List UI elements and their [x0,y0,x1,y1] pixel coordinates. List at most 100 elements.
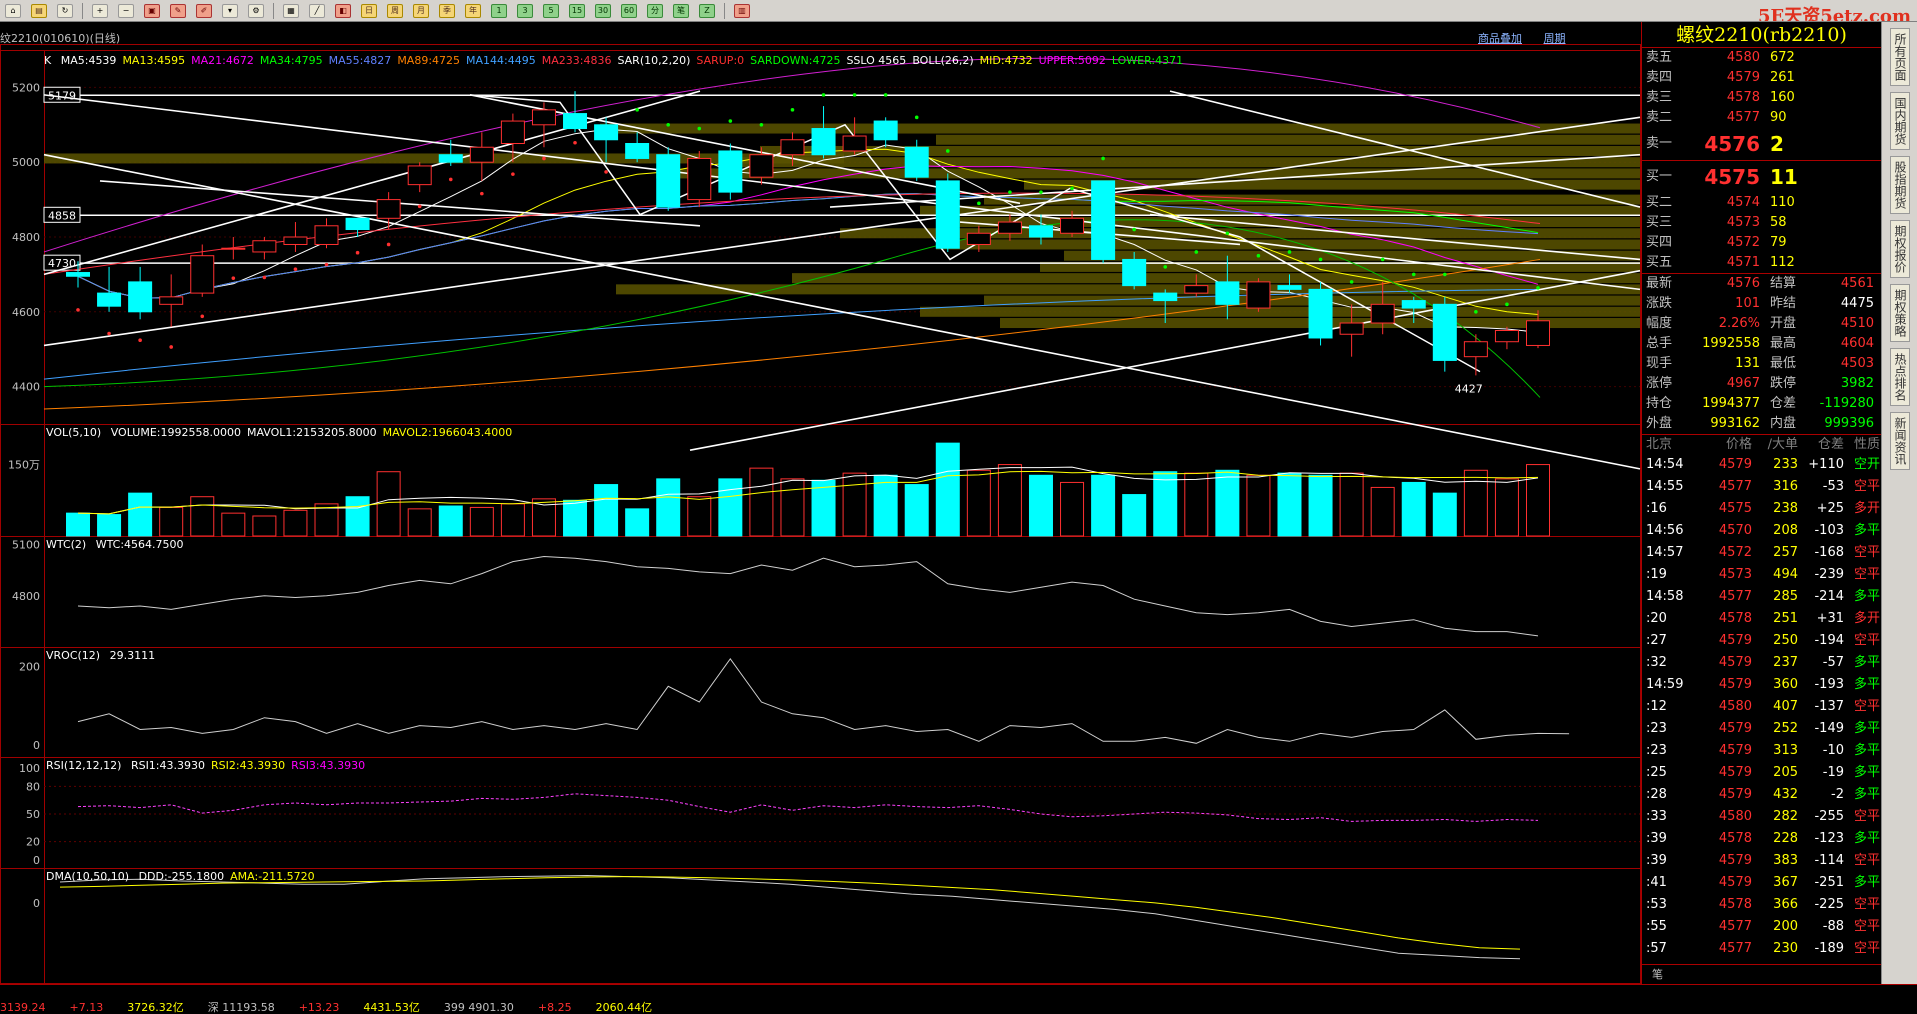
side-tab-5[interactable]: 热点排名 [1890,348,1910,406]
brush-icon[interactable]: ✐ [196,3,212,18]
rsi-axis-label: 0 [33,854,40,867]
ask-row[interactable]: 卖一 4576 2 [1642,128,1881,160]
candle-body [1401,300,1426,309]
refresh-icon[interactable]: ↻ [57,3,73,18]
sar-dot [790,108,795,112]
volume-bar [345,496,370,537]
table-icon[interactable]: ▦ [283,3,299,18]
tick-volume: 237 [1773,655,1798,670]
zoom-in-icon[interactable]: + [92,3,108,18]
tick-time: :28 [1646,787,1667,802]
period-quarter-button[interactable]: 季 [439,3,455,18]
ask-row[interactable]: 卖五 4580 672 [1642,48,1881,68]
tick-volume: 257 [1773,545,1798,560]
ma-legend-item-15: LOWER:4371 [1111,54,1184,67]
period-15min-button[interactable]: 15 [569,3,585,18]
sar-dot [511,172,515,176]
custom-period-button[interactable]: Z [699,3,715,18]
candle-body [749,154,774,178]
sar-dot [945,149,950,153]
vroc-value: 29.3111 [109,649,156,662]
status-item: +13.23 [298,1000,340,1014]
vol-title: VOL(5,10) [46,426,102,439]
pen-icon[interactable]: ✎ [170,3,186,18]
candle-body [811,128,836,156]
toolbar-divider [82,2,83,19]
period-3min-button[interactable]: 3 [517,3,533,18]
tick-header-cell: 价格 [1725,437,1752,452]
period-60min-button[interactable]: 60 [621,3,637,18]
tick-list[interactable]: 14:54 4579 233 +110 空开 14:55 4577 316 -53 空平:16 45… [1642,454,1881,960]
bid-row[interactable]: 买三 4573 58 [1642,213,1881,233]
period-year-button[interactable]: 年 [465,3,481,18]
side-tab-4[interactable]: 期权策略 [1890,284,1910,342]
tick-time: :20 [1646,611,1667,626]
calendar-icon[interactable]: ▥ [734,3,750,18]
candle-body [283,236,308,245]
candle-body [500,120,525,144]
ask-row[interactable]: 卖三 4578 160 [1642,88,1881,108]
sar-dot [542,156,546,161]
sar-dot [1505,302,1509,307]
ask-row[interactable]: 卖四 4579 261 [1642,68,1881,88]
side-tab-2[interactable]: 股指期货 [1890,156,1910,214]
side-tab-6[interactable]: 新闻资讯 [1890,412,1910,470]
period-minute-button[interactable]: 分 [647,3,663,18]
volume-bar [1277,472,1302,537]
status-item: 2060.44亿 [595,1001,653,1014]
bid-row[interactable]: 买四 4572 79 [1642,233,1881,253]
settings-icon[interactable]: ⚙ [248,3,264,18]
candle-body [656,154,681,208]
side-tab-1[interactable]: 国内期货 [1890,92,1910,150]
candle-body [407,165,432,186]
status-item: 3726.32亿 [127,1001,184,1014]
kline-chart[interactable]: 520050004800460044005179485847304427150万… [0,22,1641,1006]
indicator-icon[interactable]: ◧ [335,3,351,18]
period-1min-button[interactable]: 1 [491,3,507,18]
side-tab-3[interactable]: 期权报价 [1890,220,1910,278]
stat-row: 现手 131 最低 4503 [1642,354,1881,374]
ask-row[interactable]: 卖二 4577 90 [1642,108,1881,128]
book-volume: 2 [1770,132,1784,156]
period-30min-button[interactable]: 30 [595,3,611,18]
sar-dot [1163,265,1168,269]
tick-row: :27 4579 250 -194 空平 [1642,630,1881,652]
folder-icon[interactable]: ▤ [31,3,47,18]
window-icon[interactable]: ▣ [144,3,160,18]
tick-price: 4577 [1718,589,1752,604]
sar-dot [107,331,111,336]
home-icon[interactable]: ⌂ [5,3,21,18]
filter-icon[interactable]: ▾ [222,3,238,18]
bid-row[interactable]: 买二 4574 110 [1642,193,1881,213]
chart-icon[interactable]: ╱ [309,3,325,18]
candle-body [563,113,588,130]
tick-volume: 251 [1773,611,1798,626]
wtc-axis-label: 4800 [12,590,40,603]
side-tab-0[interactable]: 所有页面 [1890,28,1910,86]
period-tick-button[interactable]: 笔 [673,3,689,18]
volume-bar [625,508,650,537]
period-day-button[interactable]: 日 [361,3,377,18]
tick-footer-label[interactable]: 笔 [1642,968,1663,981]
overlay-link[interactable]: 商品叠加 [1478,32,1522,45]
tick-volume: 316 [1773,479,1798,494]
chart-area[interactable]: 5200 5000 4800 4600 4400 5179 4858 4730 4427 150万… [0,22,1641,1000]
stat-value: 4561 [1840,276,1874,291]
period-link[interactable]: 周期 [1544,32,1566,45]
zoom-out-icon[interactable]: − [118,3,134,18]
bid-row[interactable]: 买一 4575 11 [1642,161,1881,193]
bid-row[interactable]: 买五 4571 112 [1642,253,1881,273]
candle-body [252,240,277,253]
volume-bar [66,512,90,537]
tick-nature: 空平 [1853,809,1880,824]
tick-nature: 多开 [1853,501,1880,516]
tick-time: :23 [1646,743,1667,758]
period-week-button[interactable]: 周 [387,3,403,18]
dma-axis-label: 0 [33,897,40,910]
ma-legend-item-2: MA21:4672 [191,54,254,67]
period-5min-button[interactable]: 5 [543,3,559,18]
sar-dot [821,93,826,97]
tick-oi-change: -168 [1814,545,1844,560]
stat-value: 999396 [1824,416,1874,431]
period-month-button[interactable]: 月 [413,3,429,18]
